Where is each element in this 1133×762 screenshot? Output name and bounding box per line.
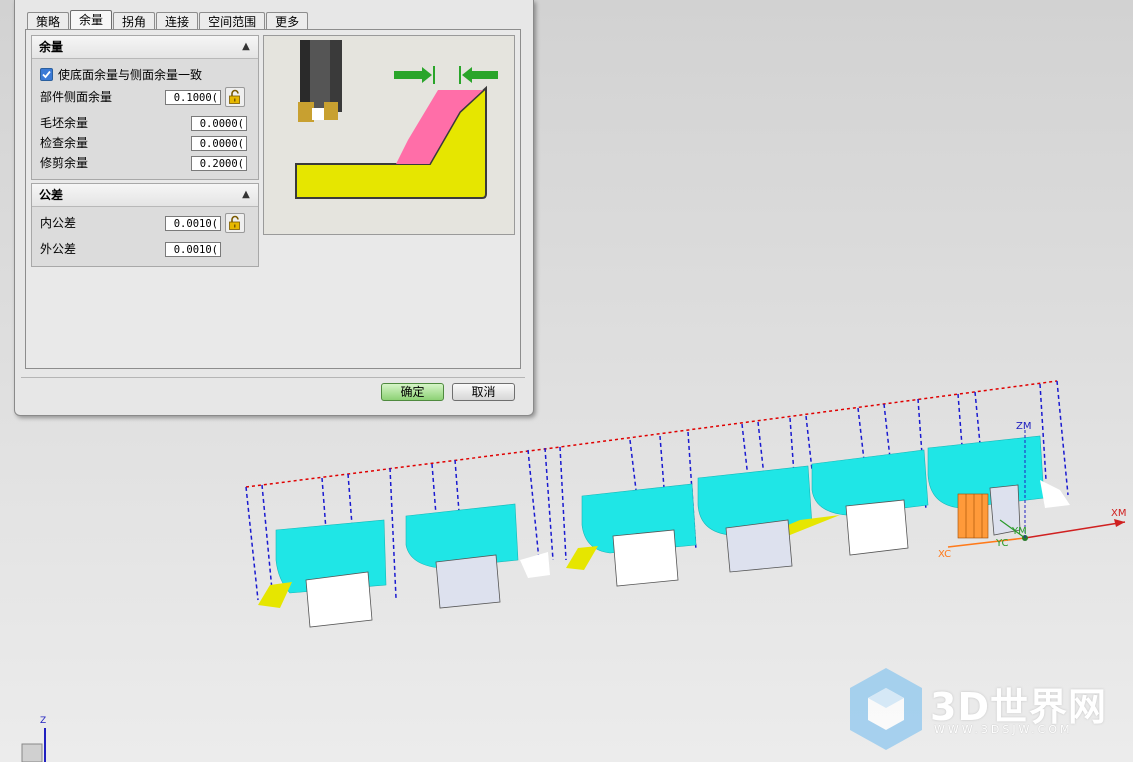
watermark-url: WWW.3DSJW.COM — [934, 723, 1073, 736]
lock-button[interactable] — [225, 213, 245, 233]
stock-preview-image — [263, 35, 515, 235]
tab-containment[interactable]: 空间范围 — [199, 12, 266, 30]
cut-parameters-dialog: 策略 余量 拐角 连接 空间范围 更多 余量 ▲ 使底面余量与侧面余量一致 部件… — [14, 0, 534, 416]
trim-stock-label: 修剪余量 — [40, 156, 89, 170]
stock-group-header[interactable]: 余量 ▲ — [32, 36, 258, 59]
stock-group-title: 余量 — [39, 40, 64, 54]
collapse-up-icon[interactable]: ▲ — [238, 187, 254, 203]
ok-button[interactable]: 确定 — [381, 383, 444, 401]
collapse-up-icon[interactable]: ▲ — [238, 39, 254, 55]
tool-orange — [957, 493, 989, 539]
part-side-stock-label: 部件侧面余量 — [40, 90, 113, 104]
axis-yc-label: YC — [996, 538, 1009, 549]
lock-icon — [229, 89, 240, 104]
intol-label: 内公差 — [40, 216, 77, 230]
stock-illustration — [295, 40, 498, 199]
cancel-button[interactable]: 取消 — [452, 383, 515, 401]
trim-stock-input[interactable]: 0.2000( — [191, 156, 247, 171]
tab-stock[interactable]: 余量 — [70, 10, 113, 30]
axis-ym-label: YM — [1012, 526, 1027, 537]
checkmark-icon — [42, 70, 51, 79]
floor-same-as-side-label: 使底面余量与侧面余量一致 — [58, 68, 203, 82]
check-stock-input[interactable]: 0.0000( — [191, 136, 247, 151]
tab-connections[interactable]: 连接 — [156, 12, 199, 30]
lock-icon — [229, 215, 240, 230]
intol-input[interactable]: 0.0010( — [165, 216, 221, 231]
tab-panel-stock: 余量 ▲ 使底面余量与侧面余量一致 部件侧面余量 0.1000( 毛坯余量 0.… — [25, 29, 521, 369]
tab-strategy[interactable]: 策略 — [27, 12, 70, 30]
tolerance-group: 公差 ▲ 内公差 0.0010( 外公差 0.0010( — [31, 183, 259, 267]
floor-same-as-side-checkbox[interactable] — [40, 68, 53, 81]
axis-xm-label: XM — [1111, 508, 1127, 519]
stock-group: 余量 ▲ 使底面余量与侧面余量一致 部件侧面余量 0.1000( 毛坯余量 0.… — [31, 35, 259, 180]
watermark-logo — [850, 668, 922, 750]
axis-xc-label: XC — [938, 549, 952, 560]
view-triad — [21, 728, 46, 762]
tab-bar: 策略 余量 拐角 连接 空间范围 更多 — [27, 10, 309, 30]
triad-z-label: Z — [40, 716, 47, 726]
lock-button[interactable] — [225, 87, 245, 107]
tab-corners[interactable]: 拐角 — [113, 12, 156, 30]
check-stock-label: 检查余量 — [40, 136, 89, 150]
part-side-stock-input[interactable]: 0.1000( — [165, 90, 221, 105]
blank-stock-label: 毛坯余量 — [40, 116, 89, 130]
blank-stock-input[interactable]: 0.0000( — [191, 116, 247, 131]
tab-more[interactable]: 更多 — [266, 12, 309, 30]
outtol-label: 外公差 — [40, 242, 77, 256]
button-separator — [21, 377, 525, 378]
tolerance-group-title: 公差 — [39, 188, 64, 202]
outtol-input[interactable]: 0.0010( — [165, 242, 221, 257]
axis-zm-label: ZM — [1016, 421, 1032, 432]
tolerance-group-header[interactable]: 公差 ▲ — [32, 184, 258, 207]
